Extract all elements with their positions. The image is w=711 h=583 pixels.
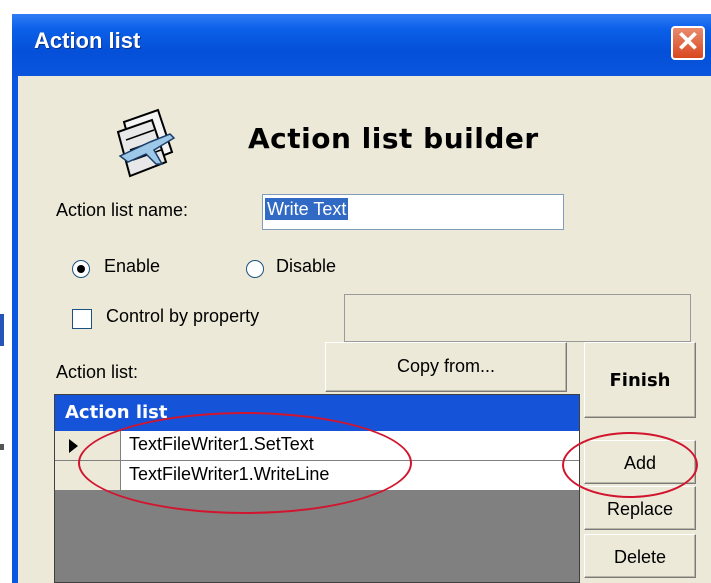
title-bar[interactable]: Action list ✕ bbox=[12, 14, 711, 76]
row-indicator bbox=[55, 431, 121, 460]
name-label: Action list name: bbox=[56, 200, 189, 220]
background-mark bbox=[0, 314, 4, 346]
control-by-property-checkbox[interactable] bbox=[72, 309, 92, 329]
background-left bbox=[0, 14, 12, 583]
table-cell[interactable]: TextFileWriter1.SetText bbox=[129, 434, 314, 455]
close-button[interactable]: ✕ bbox=[671, 26, 705, 60]
finish-button[interactable]: Finish bbox=[584, 342, 696, 418]
add-button[interactable]: Add bbox=[584, 440, 696, 484]
enable-radio[interactable] bbox=[72, 260, 90, 278]
delete-button[interactable]: Delete bbox=[584, 534, 696, 578]
name-input-value: Write Text bbox=[265, 198, 349, 220]
current-row-icon bbox=[69, 439, 78, 453]
dialog-client-area: Action list builder Action list name: Wr… bbox=[18, 76, 711, 583]
airplane-document-icon bbox=[116, 108, 176, 178]
action-list-name-input[interactable]: Write Text bbox=[262, 194, 564, 230]
page-title: Action list builder bbox=[248, 122, 539, 155]
control-by-property-label: Control by property bbox=[106, 306, 260, 326]
grid-header: Action list bbox=[55, 395, 579, 431]
property-field bbox=[344, 294, 691, 342]
table-cell[interactable]: TextFileWriter1.WriteLine bbox=[129, 464, 329, 485]
window-title: Action list bbox=[34, 28, 141, 53]
disable-label: Disable bbox=[276, 256, 337, 276]
enable-label: Enable bbox=[104, 256, 161, 276]
table-row[interactable]: TextFileWriter1.SetText bbox=[55, 431, 579, 461]
background-mark-small bbox=[0, 444, 4, 450]
row-indicator bbox=[55, 461, 121, 490]
close-icon: ✕ bbox=[676, 26, 700, 57]
disable-radio[interactable] bbox=[246, 260, 264, 278]
copy-from-button[interactable]: Copy from... bbox=[325, 342, 567, 392]
action-list-grid[interactable]: Action list TextFileWriter1.SetText Text… bbox=[54, 394, 580, 583]
background-strip bbox=[0, 0, 711, 14]
table-row[interactable]: TextFileWriter1.WriteLine bbox=[55, 461, 579, 491]
replace-button[interactable]: Replace bbox=[584, 486, 696, 530]
action-list-label: Action list: bbox=[56, 362, 139, 382]
